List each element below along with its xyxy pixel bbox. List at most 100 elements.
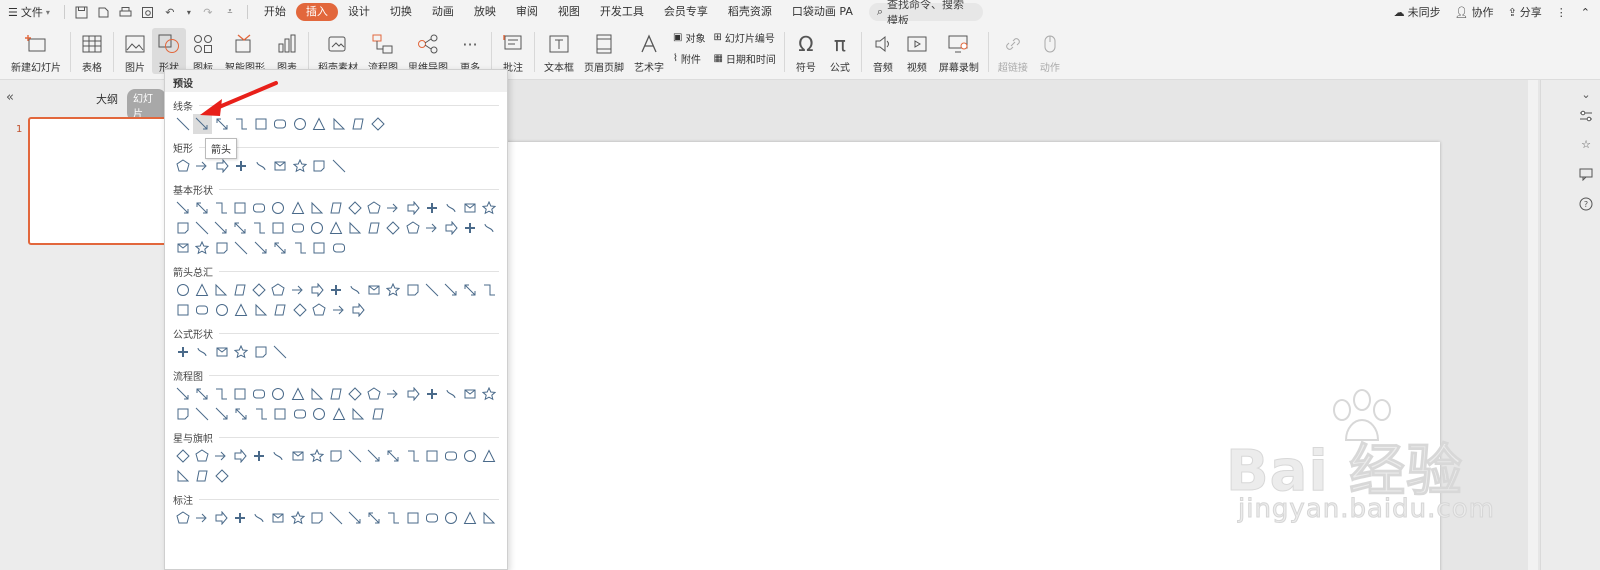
shape-item[interactable]: [211, 384, 230, 404]
shape-item[interactable]: [269, 198, 288, 218]
print-preview-icon[interactable]: [141, 5, 155, 19]
shape-item[interactable]: [173, 446, 192, 466]
shape-item[interactable]: [461, 218, 480, 238]
shape-item[interactable]: [212, 466, 232, 486]
shape-item[interactable]: [250, 198, 269, 218]
tab-review[interactable]: 审阅: [506, 3, 548, 21]
comment-button[interactable]: 批注: [496, 28, 530, 74]
command-search[interactable]: ⌕ 查找命令、搜索模板: [868, 0, 983, 27]
shape-item[interactable]: [349, 300, 369, 320]
shape-item[interactable]: [310, 238, 330, 258]
shape-item[interactable]: [422, 280, 441, 300]
shape-item[interactable]: [269, 218, 288, 238]
shape-item[interactable]: [329, 156, 349, 176]
shape-item[interactable]: [441, 446, 460, 466]
tab-pocket-animation[interactable]: 口袋动画 PA: [782, 3, 863, 21]
shape-item[interactable]: [269, 384, 288, 404]
shape-item[interactable]: [173, 508, 192, 528]
header-footer-button[interactable]: 页眉页脚: [579, 28, 629, 74]
shape-item[interactable]: [251, 156, 271, 176]
shape-item[interactable]: [307, 280, 326, 300]
customize-icon[interactable]: ⩡: [223, 5, 237, 19]
shape-item[interactable]: [271, 238, 291, 258]
shape-item[interactable]: [422, 218, 441, 238]
shape-item[interactable]: [441, 280, 460, 300]
shape-item[interactable]: [212, 342, 232, 362]
shape-item[interactable]: [307, 384, 326, 404]
shape-item[interactable]: [193, 466, 213, 486]
shape-item[interactable]: [173, 300, 193, 320]
shape-item[interactable]: [288, 218, 307, 238]
mindmap-button[interactable]: 思维导图: [403, 28, 453, 74]
shape-item[interactable]: [288, 508, 307, 528]
shape-item[interactable]: [384, 198, 403, 218]
shape-item[interactable]: [173, 404, 193, 424]
share-button[interactable]: ⇪ 分享: [1508, 4, 1542, 20]
save-icon[interactable]: [75, 5, 89, 19]
shape-item[interactable]: [231, 218, 250, 238]
shape-item[interactable]: [441, 508, 460, 528]
smartart-button[interactable]: 智能图形: [220, 28, 270, 74]
shape-item[interactable]: [329, 114, 349, 134]
shape-item[interactable]: [329, 404, 349, 424]
shape-item[interactable]: [288, 280, 307, 300]
shape-item[interactable]: [192, 508, 211, 528]
tab-slideshow[interactable]: 放映: [464, 3, 506, 21]
shape-item[interactable]: [288, 198, 307, 218]
textbox-button[interactable]: 文本框: [539, 28, 579, 74]
shape-item[interactable]: [173, 466, 193, 486]
shape-item[interactable]: [326, 446, 345, 466]
shape-item[interactable]: [192, 218, 211, 238]
shape-item[interactable]: [193, 238, 213, 258]
expand-icon[interactable]: ⌄: [1578, 86, 1594, 102]
shape-item[interactable]: [231, 198, 250, 218]
shape-item[interactable]: [290, 114, 310, 134]
hyperlink-button[interactable]: 超链接: [993, 28, 1033, 74]
shape-item[interactable]: [329, 300, 349, 320]
shape-item[interactable]: [232, 404, 252, 424]
formula-button[interactable]: π 公式: [823, 28, 857, 74]
shape-item[interactable]: [250, 218, 269, 238]
shape-item[interactable]: [326, 198, 345, 218]
shape-item[interactable]: [461, 384, 480, 404]
shape-item[interactable]: [441, 218, 460, 238]
redo-icon[interactable]: ↷: [201, 5, 215, 19]
shape-item[interactable]: [346, 446, 365, 466]
action-button[interactable]: 动作: [1033, 28, 1067, 74]
tab-member[interactable]: 会员专享: [654, 3, 718, 21]
shape-item[interactable]: [192, 198, 211, 218]
shape-item[interactable]: [193, 300, 213, 320]
shape-item[interactable]: [211, 446, 230, 466]
screen-record-button[interactable]: 屏幕录制: [934, 28, 984, 74]
shape-item[interactable]: [271, 156, 291, 176]
sync-button[interactable]: ☁ 未同步: [1394, 4, 1441, 20]
new-slide-button[interactable]: 新建幻灯片: [6, 28, 66, 74]
shape-item[interactable]: [403, 218, 422, 238]
sliders-icon[interactable]: [1578, 108, 1594, 124]
tab-view[interactable]: 视图: [548, 3, 590, 21]
shape-item[interactable]: [290, 238, 310, 258]
export-icon[interactable]: [97, 5, 111, 19]
star-icon[interactable]: ☆: [1578, 136, 1594, 152]
more-button[interactable]: ··· 更多: [453, 28, 487, 75]
tab-docer[interactable]: 稻壳资源: [718, 3, 782, 21]
shape-item[interactable]: [310, 156, 330, 176]
shape-item[interactable]: [346, 218, 365, 238]
shape-item[interactable]: [422, 384, 441, 404]
shape-item[interactable]: [346, 198, 365, 218]
shape-item[interactable]: [403, 508, 422, 528]
shape-item[interactable]: [173, 384, 192, 404]
shape-item[interactable]: [384, 384, 403, 404]
shape-item[interactable]: [368, 404, 388, 424]
shape-item[interactable]: [310, 404, 330, 424]
shape-item[interactable]: [384, 508, 403, 528]
shape-item[interactable]: [269, 280, 288, 300]
tab-developer[interactable]: 开发工具: [590, 3, 654, 21]
shape-item[interactable]: [251, 404, 271, 424]
shape-item[interactable]: [365, 508, 384, 528]
shape-item[interactable]: [365, 280, 384, 300]
shape-item[interactable]: [480, 280, 499, 300]
shape-item[interactable]: [365, 384, 384, 404]
shape-item[interactable]: [290, 156, 310, 176]
shape-item[interactable]: [461, 198, 480, 218]
